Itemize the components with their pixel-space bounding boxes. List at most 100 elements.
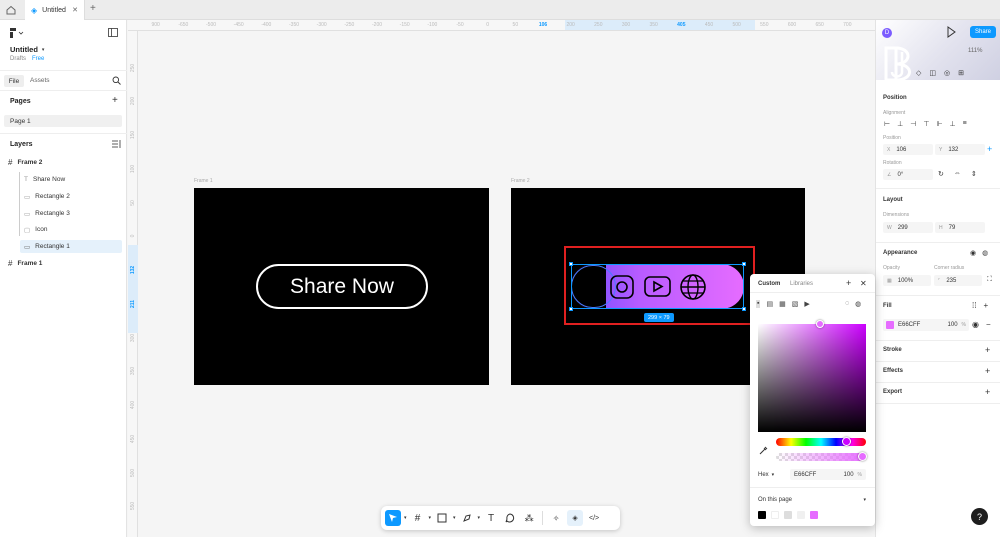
hex-input[interactable]: E66CFF 100 % bbox=[790, 469, 866, 480]
rectangle-tool-button[interactable] bbox=[434, 510, 450, 526]
swatch-scope-select[interactable]: On this page ▾ bbox=[758, 494, 866, 505]
layer-rectangle-1[interactable]: ▭ Rectangle 1 bbox=[20, 240, 122, 253]
video-fill-icon[interactable]: ▶ bbox=[804, 300, 809, 308]
home-icon[interactable] bbox=[6, 5, 16, 15]
sidebar-toggle-icon[interactable] bbox=[108, 28, 118, 37]
chevron-down-icon[interactable]: ▾ bbox=[404, 515, 407, 521]
picker-opacity[interactable]: 100 bbox=[844, 472, 854, 478]
layer-list-icon[interactable] bbox=[112, 140, 121, 148]
layer-icon[interactable]: ▢ Icon bbox=[20, 223, 122, 236]
add-export-button[interactable]: + bbox=[985, 387, 990, 397]
move-tool-button[interactable] bbox=[385, 510, 401, 526]
hue-handle[interactable] bbox=[842, 437, 851, 446]
chevron-down-icon[interactable]: ▾ bbox=[429, 515, 432, 521]
search-icon[interactable] bbox=[112, 76, 121, 85]
design-mode-button[interactable]: ◈ bbox=[567, 510, 584, 526]
chevron-down-icon[interactable]: ▾ bbox=[478, 515, 481, 521]
align-middle-icon[interactable]: ⊩ bbox=[936, 120, 942, 128]
align-center-h-icon[interactable]: ⊥ bbox=[897, 120, 903, 128]
zoom-level[interactable]: 111% bbox=[968, 48, 982, 54]
radial-gradient-icon[interactable]: ▦ bbox=[779, 300, 786, 308]
image-fill-icon[interactable]: ▧ bbox=[792, 300, 799, 308]
file-location[interactable]: Drafts bbox=[10, 56, 26, 62]
add-constraint-icon[interactable]: + bbox=[987, 144, 992, 154]
avatar[interactable]: D bbox=[882, 28, 892, 38]
remove-fill-button[interactable]: − bbox=[986, 320, 991, 329]
layer-rectangle-3[interactable]: ▭ Rectangle 3 bbox=[20, 207, 122, 220]
align-right-icon[interactable]: ⊣ bbox=[910, 120, 916, 128]
height-input[interactable]: H 79 bbox=[935, 222, 985, 233]
dev-mode-button[interactable]: </> bbox=[586, 510, 602, 526]
main-menu-icon[interactable] bbox=[10, 28, 24, 38]
tab-custom[interactable]: Custom bbox=[758, 281, 780, 287]
fill-swatch[interactable] bbox=[886, 321, 894, 329]
plan-badge[interactable]: Free bbox=[32, 56, 44, 62]
close-icon[interactable]: ✕ bbox=[860, 279, 867, 288]
fill-row[interactable]: E66CFF 100 % bbox=[883, 319, 969, 331]
solid-fill-icon[interactable]: ▪ bbox=[756, 300, 761, 308]
layer-frame-2[interactable]: # Frame 2 bbox=[4, 156, 122, 169]
x-input[interactable]: X 106 bbox=[883, 144, 933, 155]
swatch-gray[interactable] bbox=[784, 511, 792, 519]
swatch-light[interactable] bbox=[797, 511, 805, 519]
tab-assets[interactable]: Assets bbox=[30, 77, 50, 84]
tab-file[interactable]: File bbox=[4, 75, 24, 87]
add-page-button[interactable]: + bbox=[112, 95, 118, 106]
present-icon[interactable] bbox=[946, 26, 956, 38]
fill-hex[interactable]: E66CFF bbox=[898, 322, 920, 328]
file-name[interactable]: Untitled bbox=[10, 45, 38, 54]
add-fill-button[interactable]: + bbox=[983, 301, 988, 310]
flip-horizontal-icon[interactable]: ⇔ bbox=[954, 170, 961, 178]
blend-icon[interactable]: ◍ bbox=[982, 249, 988, 257]
comment-tool-button[interactable] bbox=[502, 510, 518, 526]
align-left-icon[interactable]: ⊢ bbox=[884, 120, 890, 128]
help-button[interactable]: ? bbox=[971, 508, 988, 525]
ai-tool-button[interactable]: ✧ bbox=[548, 510, 564, 526]
chevron-down-icon[interactable]: ▾ bbox=[42, 47, 45, 53]
color-format-select[interactable]: Hex ▾ bbox=[758, 469, 786, 480]
corner-radius-input[interactable]: ⌜ 235 bbox=[934, 275, 982, 286]
y-input[interactable]: Y 132 bbox=[935, 144, 985, 155]
swatch-white[interactable] bbox=[771, 511, 779, 519]
add-effect-button[interactable]: + bbox=[985, 366, 990, 376]
mask-icon[interactable]: ◎ bbox=[944, 69, 950, 77]
drop-icon[interactable]: ◌ bbox=[845, 300, 849, 308]
text-tool-button[interactable]: T bbox=[483, 510, 499, 526]
linear-gradient-icon[interactable]: ▤ bbox=[766, 300, 773, 308]
opacity-input[interactable]: ▦ 100% bbox=[883, 275, 931, 286]
fill-visibility-icon[interactable]: ◉ bbox=[972, 320, 979, 329]
frame-tool-button[interactable]: # bbox=[410, 510, 426, 526]
swatch-black[interactable] bbox=[758, 511, 766, 519]
frame-2-label[interactable]: Frame 2 bbox=[511, 178, 530, 184]
hue-slider[interactable] bbox=[776, 437, 866, 446]
more-icon[interactable]: ⊞ bbox=[958, 69, 964, 77]
eye-icon[interactable]: ◉ bbox=[970, 249, 976, 257]
close-tab-icon[interactable]: ✕ bbox=[72, 6, 78, 14]
eyedropper-icon[interactable] bbox=[759, 446, 768, 455]
distribute-icon[interactable]: ≡ bbox=[963, 120, 967, 128]
tab-untitled[interactable]: ◈ Untitled ✕ bbox=[25, 0, 85, 20]
share-now-button[interactable]: Share Now bbox=[256, 264, 428, 309]
tab-libraries[interactable]: Libraries bbox=[790, 281, 813, 287]
saturation-area[interactable] bbox=[758, 320, 866, 432]
fill-opacity[interactable]: 100 bbox=[948, 322, 958, 328]
add-style-button[interactable]: + bbox=[846, 278, 851, 288]
boolean-icon[interactable]: ◫ bbox=[929, 69, 936, 77]
chevron-down-icon[interactable]: ▾ bbox=[453, 515, 456, 521]
frame-1-label[interactable]: Frame 1 bbox=[194, 178, 213, 184]
flip-vertical-icon[interactable]: ⇕ bbox=[971, 170, 977, 178]
align-top-icon[interactable]: ⊤ bbox=[923, 120, 929, 128]
individual-corners-icon[interactable]: ⛶ bbox=[987, 276, 992, 284]
new-tab-button[interactable]: + bbox=[90, 3, 96, 14]
component-icon[interactable]: ◇ bbox=[916, 69, 921, 77]
blend-mode-icon[interactable]: ◍ bbox=[855, 300, 861, 308]
share-button[interactable]: Share bbox=[970, 26, 996, 38]
align-bottom-icon[interactable]: ⊥ bbox=[950, 120, 956, 128]
actions-button[interactable]: ⁂ bbox=[521, 510, 537, 526]
frame-1[interactable]: Share Now bbox=[194, 188, 489, 385]
alpha-handle[interactable] bbox=[858, 452, 867, 461]
swatch-pink[interactable] bbox=[810, 511, 818, 519]
layer-share-now[interactable]: T Share Now bbox=[20, 173, 122, 186]
page-item[interactable]: Page 1 bbox=[4, 115, 122, 127]
alpha-slider[interactable] bbox=[776, 452, 867, 461]
